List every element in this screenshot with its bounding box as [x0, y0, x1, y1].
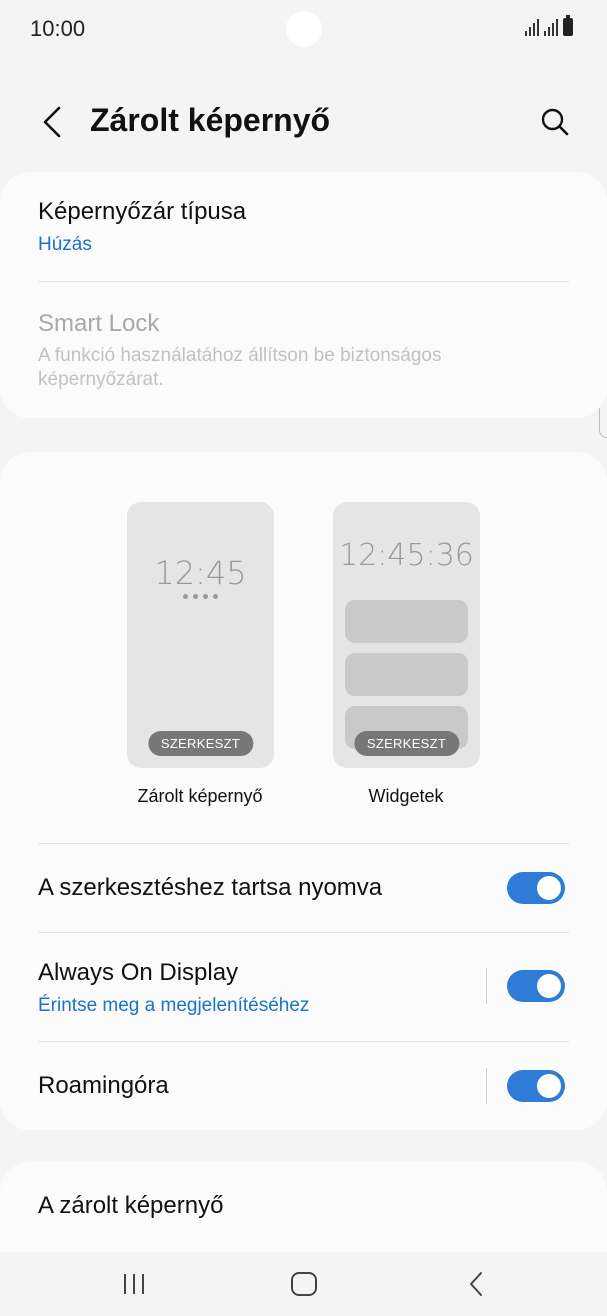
pin-dots-icon: [127, 594, 274, 599]
toggle-knob: [535, 1072, 563, 1100]
lock-screen-customize-card: 12:45 SZERKESZT Zárolt képernyő 12:45:36…: [0, 452, 607, 1130]
home-button[interactable]: [280, 1264, 328, 1304]
hold-to-edit-title: A szerkesztéshez tartsa nyomva: [38, 874, 383, 901]
widgets-preview-caption: Widgetek: [368, 786, 444, 806]
lock-preview-clock: 12:45: [154, 554, 247, 592]
always-on-display-subtitle: Érintse meg a megjelenítéséhez: [38, 995, 310, 1016]
battery-icon: [563, 15, 573, 36]
always-on-display-toggle[interactable]: [507, 970, 565, 1002]
smart-lock-subtitle: A funkció használatához állítson be bizt…: [38, 345, 442, 390]
search-icon: [541, 108, 569, 136]
widget-placeholder: [345, 600, 468, 643]
lock-type-value: Húzás: [38, 234, 92, 255]
lock-preview-caption: Zárolt képernyő: [137, 786, 263, 806]
search-button[interactable]: [533, 100, 577, 144]
nav-back-button[interactable]: [452, 1264, 500, 1304]
lock-type-row[interactable]: Képernyőzár típusa Húzás: [38, 198, 569, 256]
page-title: Zárolt képernyő: [90, 102, 331, 138]
always-on-display-row[interactable]: Always On Display Érintse meg a megjelen…: [38, 959, 569, 1017]
divider: [38, 281, 569, 282]
status-bar: 10:00: [0, 0, 607, 60]
lock-type-title: Képernyőzár típusa: [38, 198, 247, 225]
roaming-clock-title: Roamingóra: [38, 1072, 169, 1099]
hold-to-edit-toggle[interactable]: [507, 872, 565, 904]
lock-screen-about-row[interactable]: A zárolt képernyő: [38, 1192, 569, 1220]
toggle-knob: [535, 972, 563, 1000]
widget-placeholder: [345, 653, 468, 696]
widgets-preview-clock: 12:45:36: [339, 538, 474, 573]
back-button[interactable]: [32, 100, 72, 144]
home-icon: [291, 1272, 317, 1296]
hold-to-edit-row[interactable]: A szerkesztéshez tartsa nyomva: [38, 874, 569, 902]
divider: [38, 1041, 569, 1042]
status-time: 10:00: [30, 16, 86, 41]
vertical-separator: [486, 1068, 487, 1104]
next-section-card: A zárolt képernyő: [0, 1162, 607, 1252]
smart-lock-title: Smart Lock: [38, 310, 160, 337]
divider: [38, 932, 569, 933]
vertical-separator: [486, 968, 487, 1004]
roaming-clock-toggle[interactable]: [507, 1070, 565, 1102]
divider: [38, 843, 569, 844]
recent-apps-button[interactable]: [110, 1264, 158, 1304]
back-icon: [470, 1272, 482, 1296]
front-camera-cutout: [286, 11, 322, 47]
toggle-knob: [535, 874, 563, 902]
phone-screen: 10:00 Zárolt képernyő Képernyőzár típusa…: [0, 0, 607, 1316]
widgets-preview-edit-button[interactable]: SZERKESZT: [353, 731, 460, 756]
roaming-clock-row[interactable]: Roamingóra: [38, 1072, 569, 1100]
navigation-bar: [0, 1252, 607, 1316]
next-section-title: A zárolt képernyő: [38, 1192, 224, 1219]
smart-lock-row: Smart Lock A funkció használatához állít…: [38, 310, 569, 392]
always-on-display-title: Always On Display: [38, 959, 239, 986]
lock-screen-preview[interactable]: 12:45 SZERKESZT: [127, 502, 274, 768]
lock-preview-edit-button[interactable]: SZERKESZT: [147, 731, 254, 756]
lock-settings-card: Képernyőzár típusa Húzás Smart Lock A fu…: [0, 172, 607, 418]
signal-icon-2: [544, 18, 558, 36]
widgets-preview[interactable]: 12:45:36 SZERKESZT: [333, 502, 480, 768]
status-icons: [525, 15, 573, 36]
signal-icon: [525, 18, 539, 36]
app-header: Zárolt képernyő: [0, 90, 607, 154]
recent-apps-icon: [124, 1274, 144, 1294]
back-arrow-icon: [43, 106, 61, 138]
